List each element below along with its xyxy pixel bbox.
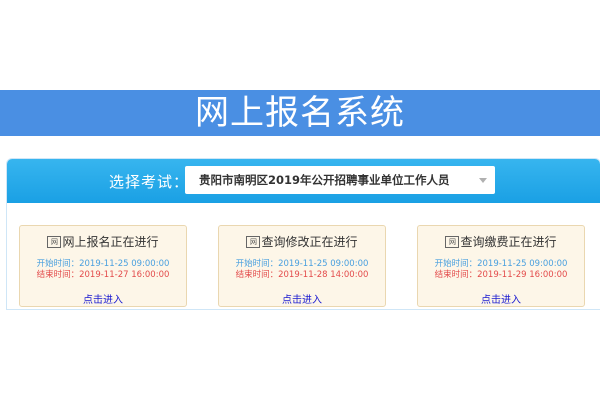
card-title: 查询缴费正在进行 bbox=[460, 235, 557, 249]
web-icon: 网 bbox=[445, 236, 460, 248]
start-time-label: 开始时间： bbox=[36, 259, 80, 269]
start-time-row: 开始时间：2019-11-25 09:00:00 bbox=[418, 259, 584, 270]
end-time-row: 结束时间：2019-11-29 16:00:00 bbox=[418, 270, 584, 281]
end-time-label: 结束时间： bbox=[434, 270, 478, 280]
end-time-value: 2019-11-27 16:00:00 bbox=[79, 270, 170, 280]
end-time-label: 结束时间： bbox=[235, 270, 279, 280]
end-time-value: 2019-11-28 14:00:00 bbox=[278, 270, 369, 280]
card-query-payment: 网 查询缴费正在进行 开始时间：2019-11-25 09:00:00 结束时间… bbox=[417, 225, 585, 307]
start-time-value: 2019-11-25 09:00:00 bbox=[79, 259, 170, 269]
chevron-down-icon[interactable] bbox=[479, 178, 487, 183]
exam-select-value: 贵阳市南明区2019年公开招聘事业单位工作人员 bbox=[199, 173, 450, 187]
end-time-label: 结束时间： bbox=[36, 270, 80, 280]
page-title: 网上报名系统 bbox=[195, 93, 405, 133]
start-time-value: 2019-11-25 09:00:00 bbox=[278, 259, 369, 269]
web-icon: 网 bbox=[246, 236, 261, 248]
card-title-row: 网 查询修改正在进行 bbox=[219, 234, 385, 250]
enter-link-registration[interactable]: 点击进入 bbox=[20, 291, 186, 306]
header-banner: 网上报名系统 bbox=[0, 90, 600, 136]
card-title-row: 网 查询缴费正在进行 bbox=[418, 234, 584, 250]
start-time-row: 开始时间：2019-11-25 09:00:00 bbox=[219, 259, 385, 270]
exam-select-dropdown[interactable]: 贵阳市南明区2019年公开招聘事业单位工作人员 bbox=[185, 166, 495, 194]
start-time-label: 开始时间： bbox=[434, 259, 478, 269]
card-title: 查询修改正在进行 bbox=[261, 235, 358, 249]
end-time-row: 结束时间：2019-11-28 14:00:00 bbox=[219, 270, 385, 281]
card-title-row: 网 网上报名正在进行 bbox=[20, 234, 186, 250]
start-time-row: 开始时间：2019-11-25 09:00:00 bbox=[20, 259, 186, 270]
exam-panel: 选择考试： 贵阳市南明区2019年公开招聘事业单位工作人员 网 网上报名正在进行… bbox=[6, 158, 600, 310]
exam-selector-bar: 选择考试： 贵阳市南明区2019年公开招聘事业单位工作人员 bbox=[7, 159, 600, 203]
card-title: 网上报名正在进行 bbox=[62, 235, 159, 249]
web-icon: 网 bbox=[47, 236, 62, 248]
exam-selector-label: 选择考试： bbox=[109, 173, 190, 191]
card-online-registration: 网 网上报名正在进行 开始时间：2019-11-25 09:00:00 结束时间… bbox=[19, 225, 187, 307]
enter-link-modify[interactable]: 点击进入 bbox=[219, 291, 385, 306]
enter-link-payment[interactable]: 点击进入 bbox=[418, 291, 584, 306]
end-time-value: 2019-11-29 16:00:00 bbox=[477, 270, 568, 280]
start-time-label: 开始时间： bbox=[235, 259, 279, 269]
start-time-value: 2019-11-25 09:00:00 bbox=[477, 259, 568, 269]
end-time-row: 结束时间：2019-11-27 16:00:00 bbox=[20, 270, 186, 281]
card-query-modify: 网 查询修改正在进行 开始时间：2019-11-25 09:00:00 结束时间… bbox=[218, 225, 386, 307]
